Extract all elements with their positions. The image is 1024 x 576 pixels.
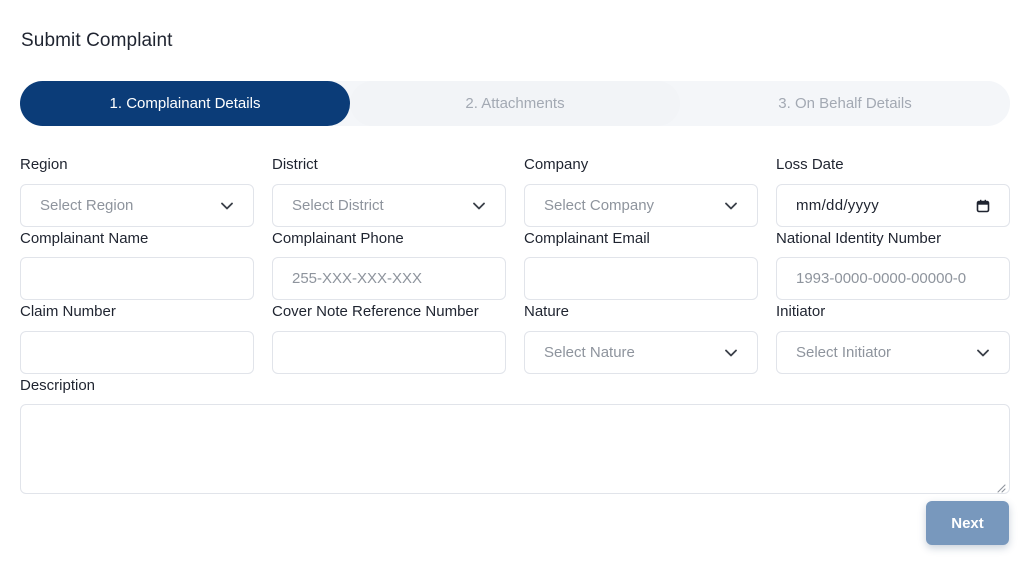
- cover-note-label: Cover Note Reference Number: [272, 303, 479, 320]
- initiator-select[interactable]: Select Initiator: [776, 331, 1010, 374]
- page-title: Submit Complaint: [21, 30, 173, 51]
- initiator-select-value: Select Initiator: [796, 344, 892, 361]
- national-id-label: National Identity Number: [776, 230, 942, 247]
- region-select[interactable]: Select Region: [20, 184, 254, 227]
- complainant-phone-placeholder: 255-XXX-XXX-XXX: [292, 270, 423, 287]
- complainant-email-label: Complainant Email: [524, 230, 650, 247]
- nature-select[interactable]: Select Nature: [524, 331, 758, 374]
- step-on-behalf-details[interactable]: 3. On Behalf Details: [680, 81, 1010, 126]
- chevron-down-icon: [724, 199, 738, 213]
- loss-date-value: mm/dd/yyyy: [796, 197, 880, 214]
- national-id-placeholder: 1993-0000-0000-00000-0: [796, 270, 967, 287]
- claim-number-input[interactable]: [20, 331, 254, 374]
- chevron-down-icon: [220, 199, 234, 213]
- step-complainant-details[interactable]: 1. Complainant Details: [20, 81, 350, 126]
- calendar-icon[interactable]: [976, 199, 990, 213]
- complainant-email-input[interactable]: [524, 257, 758, 300]
- description-textarea[interactable]: [20, 404, 1010, 494]
- step-attachments[interactable]: 2. Attachments: [350, 81, 680, 126]
- nature-label: Nature: [524, 303, 570, 320]
- chevron-down-icon: [724, 346, 738, 360]
- loss-date-label: Loss Date: [776, 156, 844, 173]
- complainant-phone-label: Complainant Phone: [272, 230, 404, 247]
- chevron-down-icon: [472, 199, 486, 213]
- national-id-input[interactable]: 1993-0000-0000-00000-0: [776, 257, 1010, 300]
- description-label: Description: [20, 377, 96, 394]
- step-tabs: 1. Complainant Details 2. Attachments 3.…: [20, 81, 1010, 126]
- district-select[interactable]: Select District: [272, 184, 506, 227]
- district-label: District: [272, 156, 318, 173]
- company-select[interactable]: Select Company: [524, 184, 758, 227]
- complainant-name-label: Complainant Name: [20, 230, 149, 247]
- region-label: Region: [20, 156, 68, 173]
- resize-handle-icon[interactable]: [996, 480, 1006, 493]
- district-select-value: Select District: [292, 197, 384, 214]
- initiator-label: Initiator: [776, 303, 826, 320]
- region-select-value: Select Region: [40, 197, 134, 214]
- claim-number-label: Claim Number: [20, 303, 116, 320]
- cover-note-input[interactable]: [272, 331, 506, 374]
- submit-complaint-page: Submit Complaint 1. Complainant Details …: [0, 0, 1024, 576]
- complainant-phone-input[interactable]: 255-XXX-XXX-XXX: [272, 257, 506, 300]
- company-select-value: Select Company: [544, 197, 655, 214]
- next-button[interactable]: Next: [926, 501, 1009, 545]
- nature-select-value: Select Nature: [544, 344, 635, 361]
- chevron-down-icon: [976, 346, 990, 360]
- loss-date-input[interactable]: mm/dd/yyyy: [776, 184, 1010, 227]
- company-label: Company: [524, 156, 589, 173]
- complainant-name-input[interactable]: [20, 257, 254, 300]
